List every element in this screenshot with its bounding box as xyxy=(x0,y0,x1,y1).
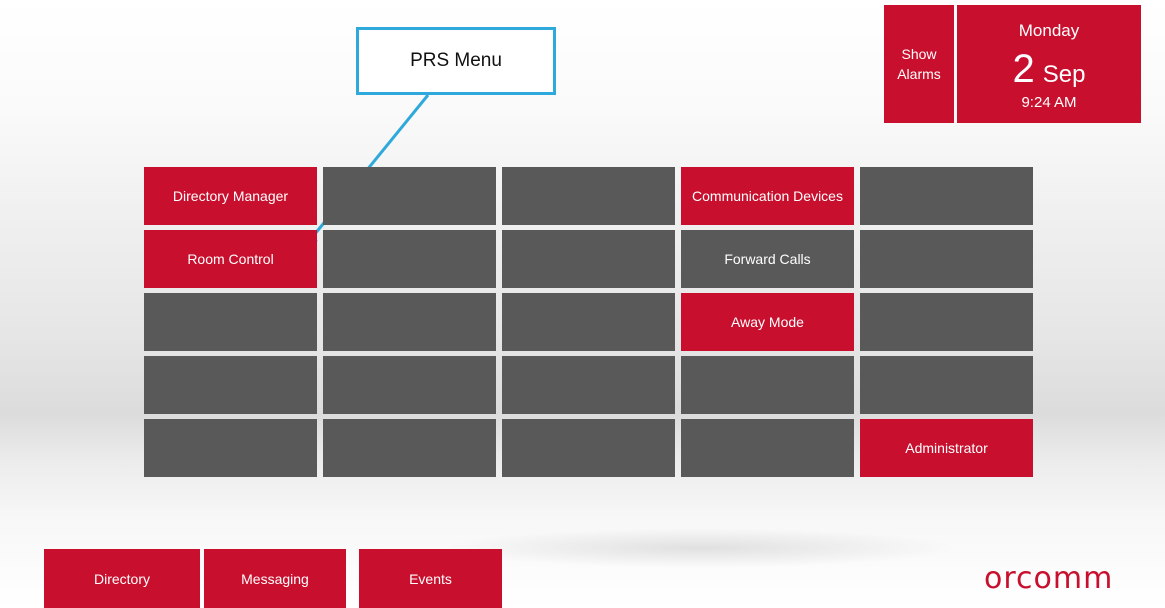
tile-r4c5 xyxy=(860,356,1033,414)
directory-label: Directory xyxy=(93,570,150,587)
tile-r4c1 xyxy=(144,356,317,414)
tile-r4c2 xyxy=(323,356,496,414)
tile-r3c3 xyxy=(502,293,675,351)
tile-r2c4[interactable]: Forward Calls xyxy=(681,230,854,288)
callout-box: PRS Menu xyxy=(356,27,556,95)
tile-r3c1 xyxy=(144,293,317,351)
tile-r5c3 xyxy=(502,419,675,477)
messaging-label: Messaging xyxy=(241,570,309,587)
events-button[interactable]: Events xyxy=(359,549,502,608)
tile-r1c1[interactable]: Directory Manager xyxy=(144,167,317,225)
weekday: Monday xyxy=(1018,21,1080,40)
orcomm-logo: orcomm xyxy=(984,561,1114,596)
date-display: 2 Sep xyxy=(957,47,1141,91)
tile-r3c2 xyxy=(323,293,496,351)
tile-r1c4[interactable]: Communication Devices xyxy=(681,167,854,225)
show-alarms-label-2: Alarms xyxy=(897,66,941,82)
directory-button[interactable]: Directory xyxy=(44,549,200,608)
date-widget: Monday 2 Sep 9:24 AM xyxy=(957,5,1141,123)
tile-r2c5 xyxy=(860,230,1033,288)
tile-r2c2 xyxy=(323,230,496,288)
show-alarms-label-1: Show xyxy=(901,46,937,62)
tile-r5c5[interactable]: Administrator xyxy=(860,419,1033,477)
tile-r5c1 xyxy=(144,419,317,477)
tile-r3c5 xyxy=(860,293,1033,351)
floor-shadow xyxy=(440,528,960,568)
messaging-button[interactable]: Messaging xyxy=(204,549,346,608)
clock-time: 9:24 AM xyxy=(1021,94,1077,111)
tile-r1c5 xyxy=(860,167,1033,225)
tile-r2c3 xyxy=(502,230,675,288)
day-number: 2 xyxy=(1012,47,1035,91)
menu-grid: Directory Manager Communication Devices … xyxy=(144,167,1033,477)
tile-r3c4[interactable]: Away Mode xyxy=(681,293,854,351)
show-alarms-button[interactable]: Show Alarms xyxy=(884,5,954,123)
tile-r1c3 xyxy=(502,167,675,225)
events-label: Events xyxy=(409,570,452,587)
callout-label: PRS Menu xyxy=(410,50,502,71)
tile-r5c2 xyxy=(323,419,496,477)
tile-r4c4 xyxy=(681,356,854,414)
month: Sep xyxy=(1042,61,1086,88)
tile-r5c4 xyxy=(681,419,854,477)
tile-r2c1[interactable]: Room Control xyxy=(144,230,317,288)
tile-r1c2 xyxy=(323,167,496,225)
tile-r4c3 xyxy=(502,356,675,414)
